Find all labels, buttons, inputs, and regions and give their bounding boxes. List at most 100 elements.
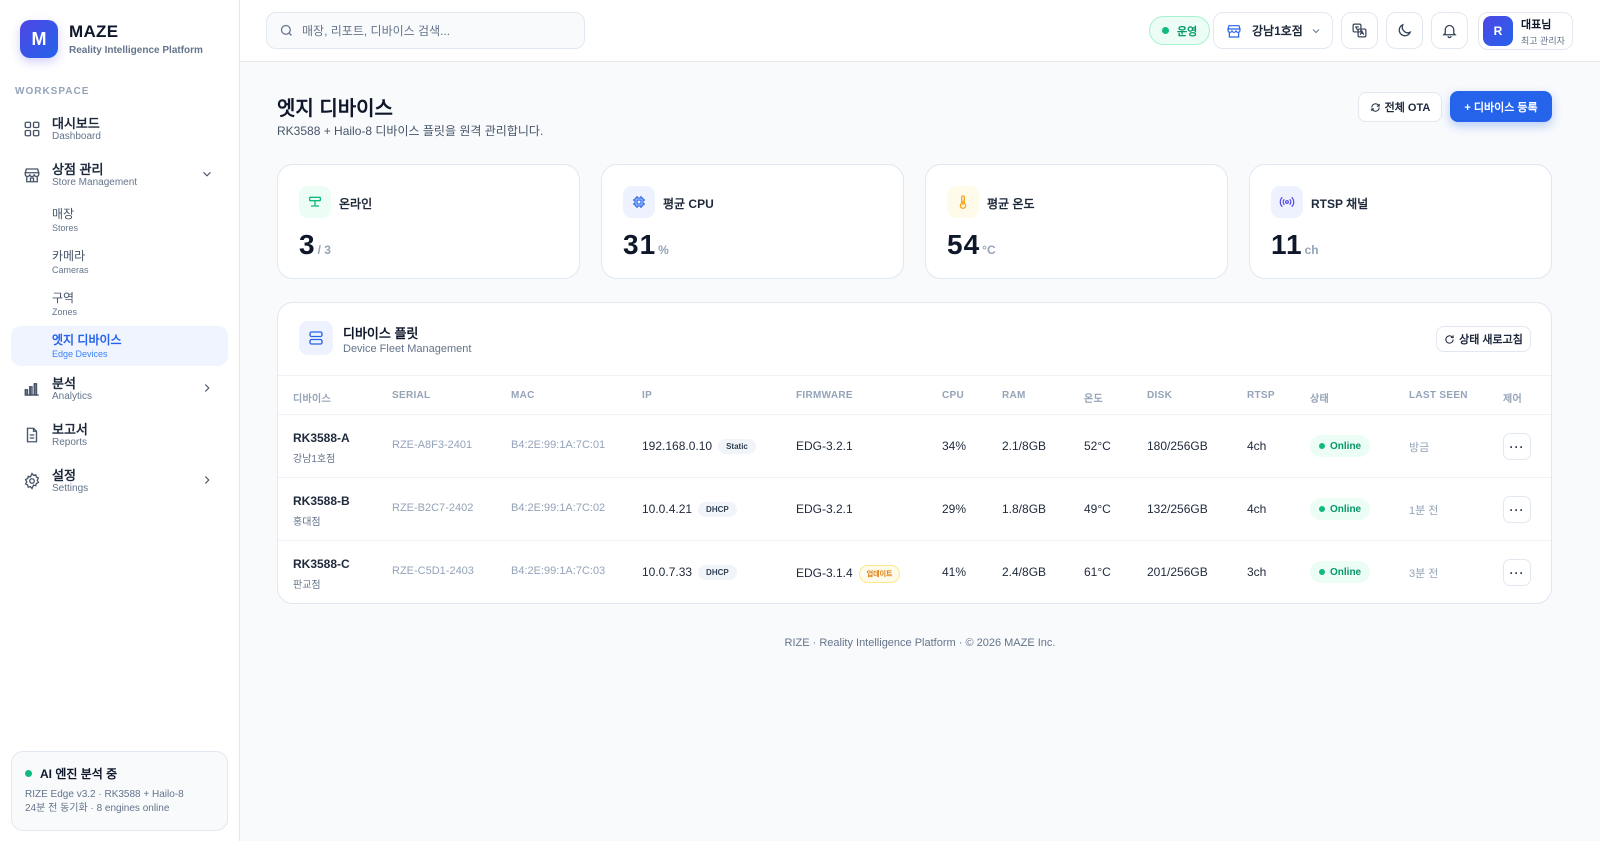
status-dot-icon	[1319, 569, 1325, 575]
sidebar-item-label: 설정	[52, 467, 76, 483]
sidebar-subitem-sublabel: Edge Devices	[52, 348, 108, 359]
ip-mode-badge: DHCP	[698, 565, 737, 580]
device-ip: 10.0.7.33	[642, 565, 693, 579]
device-mac: B4:2E:99:1A:7C:02	[511, 502, 606, 514]
user-role: 최고 관리자	[1521, 35, 1565, 46]
user-menu[interactable]: R 대표님 최고 관리자	[1478, 12, 1573, 50]
refresh-status-label: 상태 새로고침	[1459, 334, 1523, 346]
sidebar-item-label: 보고서	[52, 421, 88, 437]
sidebar-subitem-label: 카메라	[52, 248, 86, 263]
table-row[interactable]: RK3588-C 판교점 RZE-C5D1-2403 B4:2E:99:1A:7…	[278, 541, 1551, 603]
status-badge: Online	[1310, 435, 1371, 457]
update-badge[interactable]: 업데이트	[858, 565, 901, 583]
ota-all-button[interactable]: 전체 OTA	[1358, 92, 1442, 122]
device-ip: 10.0.4.21	[642, 502, 693, 516]
status-badge: Online	[1310, 498, 1371, 520]
sidebar-item-sublabel: Dashboard	[52, 130, 101, 142]
device-firmware: EDG-3.2.1	[796, 502, 853, 516]
device-cpu: 41%	[942, 565, 967, 579]
device-ram: 2.4/8GB	[1002, 565, 1047, 579]
chevron-right-icon[interactable]	[200, 381, 214, 395]
device-store: 강남1호점	[293, 454, 336, 465]
sidebar-subitem-edge-devices[interactable]: 엣지 디바이스 Edge Devices	[11, 326, 228, 366]
sidebar-item-sublabel: Analytics	[52, 390, 93, 402]
theme-toggle-button[interactable]	[1386, 12, 1423, 49]
table-header: 디바이스 SERIAL MAC IP FIRMWARE CPU RAM 온도 D…	[278, 375, 1551, 415]
ai-engine-status-card: AI 엔진 분석 중 RIZE Edge v3.2 · RK3588 + Hai…	[11, 751, 228, 831]
grid-icon	[23, 120, 41, 138]
sidebar-subitem-zones[interactable]: 구역 Zones	[11, 284, 228, 324]
stat-label: 온라인	[339, 197, 373, 211]
notifications-button[interactable]	[1431, 12, 1468, 49]
sidebar-item-analytics[interactable]: 분석 Analytics	[11, 368, 228, 410]
sidebar-subitem-cameras[interactable]: 카메라 Cameras	[11, 242, 228, 282]
sidebar-item-store-management[interactable]: 상점 관리 Store Management	[11, 154, 228, 196]
stat-label: 평균 CPU	[663, 197, 714, 211]
table-row[interactable]: RK3588-A 강남1호점 RZE-A8F3-2401 B4:2E:99:1A…	[278, 415, 1551, 478]
device-firmware-cell: EDG-3.1.4 업데이트	[796, 565, 901, 583]
sidebar-item-settings[interactable]: 설정 Settings	[11, 460, 228, 502]
device-name: RK3588-B	[293, 494, 350, 508]
stat-value: 54 °C	[947, 229, 996, 260]
column-header: 상태	[1310, 394, 1329, 405]
device-name: RK3588-C	[293, 557, 350, 571]
status-label: 운영	[1177, 25, 1198, 38]
device-ip-cell: 10.0.7.33 DHCP	[642, 565, 737, 580]
stat-value: 31%	[623, 229, 669, 260]
stat-value: 3/ 3	[299, 229, 331, 260]
status-dot-icon	[1162, 27, 1169, 34]
device-ip-cell: 10.0.4.21 DHCP	[642, 502, 737, 517]
more-actions-button[interactable]: ···	[1503, 559, 1531, 586]
sidebar-item-reports[interactable]: 보고서 Reports	[11, 414, 228, 456]
device-fleet-panel: 디바이스 플릿 Device Fleet Management 상태 새로고침 …	[277, 302, 1552, 604]
brand[interactable]: M MAZE Reality Intelligence Platform	[20, 20, 203, 58]
sidebar: M MAZE Reality Intelligence Platform WOR…	[0, 0, 240, 841]
device-temp: 49°C	[1084, 502, 1111, 516]
stat-unit: / 3	[317, 243, 331, 257]
device-ip: 192.168.0.10	[642, 439, 713, 453]
operation-status-badge: 운영	[1149, 16, 1211, 45]
register-device-button[interactable]: + 디바이스 등록	[1450, 91, 1552, 122]
sidebar-subitem-stores[interactable]: 매장 Stores	[11, 200, 228, 240]
store-selector[interactable]: 강남1호점	[1213, 12, 1333, 49]
more-actions-button[interactable]: ···	[1503, 496, 1531, 523]
page-title: 엣지 디바이스	[277, 98, 393, 120]
sidebar-item-sublabel: Reports	[52, 436, 88, 448]
store-selector-label: 강남1호점	[1252, 24, 1303, 38]
translate-button[interactable]	[1341, 12, 1378, 49]
sidebar-subitem-sublabel: Stores	[52, 222, 79, 233]
refresh-status-button[interactable]: 상태 새로고침	[1436, 326, 1531, 352]
stat-card-avg-cpu: 평균 CPU 31%	[601, 164, 904, 279]
store-icon	[23, 166, 41, 184]
device-serial: RZE-C5D1-2403	[392, 565, 474, 577]
table-row[interactable]: RK3588-B 홍대점 RZE-B2C7-2402 B4:2E:99:1A:7…	[278, 478, 1551, 541]
column-header: LAST SEEN	[1409, 390, 1468, 401]
ota-all-label: 전체 OTA	[1384, 102, 1431, 114]
store-icon	[1227, 24, 1241, 38]
device-disk: 180/256GB	[1147, 439, 1208, 453]
brand-name: MAZE	[69, 22, 119, 41]
sidebar-subitem-label: 매장	[52, 206, 75, 221]
chevron-down-icon[interactable]	[200, 167, 214, 181]
footer: RIZE · Reality Intelligence Platform · ©…	[784, 637, 1056, 649]
device-last-seen: 3분 전	[1409, 568, 1439, 580]
brand-logo: M	[20, 20, 58, 58]
search-input[interactable]	[302, 23, 572, 38]
device-store: 판교점	[293, 580, 321, 591]
search-icon	[280, 24, 292, 36]
sidebar-subitem-label: 구역	[52, 290, 75, 305]
stat-card-online: 온라인 3/ 3	[277, 164, 580, 279]
column-header: 온도	[1084, 394, 1103, 405]
stat-unit: %	[658, 243, 669, 257]
more-actions-button[interactable]: ···	[1503, 433, 1531, 460]
sidebar-item-dashboard[interactable]: 대시보드 Dashboard	[11, 108, 228, 150]
page-subtitle: RK3588 + Hailo-8 디바이스 플릿을 원격 관리합니다.	[277, 124, 544, 138]
column-header: 제어	[1503, 394, 1522, 405]
chevron-right-icon[interactable]	[200, 473, 214, 487]
column-header: IP	[642, 390, 653, 401]
device-rtsp: 4ch	[1247, 502, 1267, 516]
ip-mode-badge: Static	[718, 439, 756, 454]
search-box[interactable]	[266, 12, 585, 49]
ai-card-line: RIZE Edge v3.2 · RK3588 + Hailo-8	[25, 789, 184, 800]
bell-icon	[1442, 24, 1457, 39]
